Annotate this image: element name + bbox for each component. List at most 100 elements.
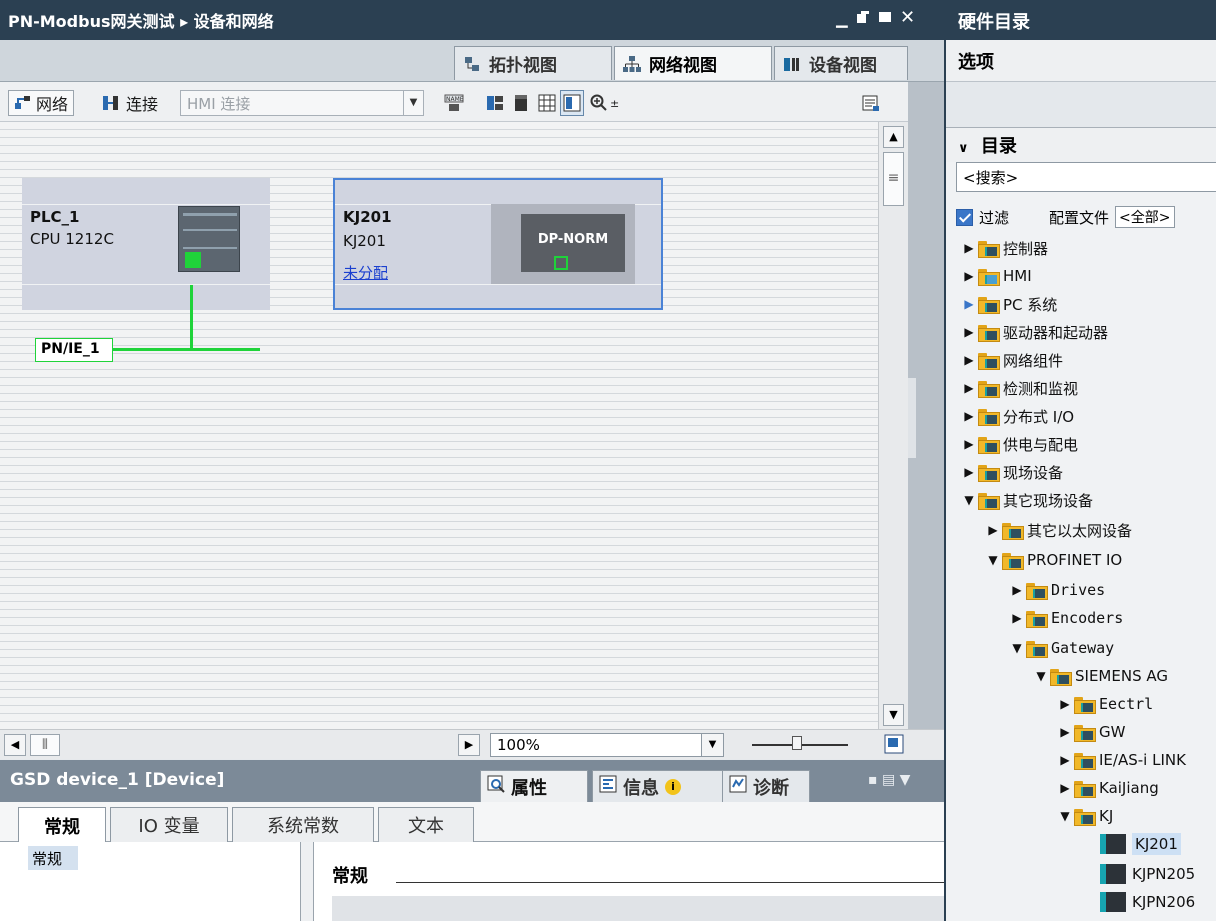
connection-mode-button[interactable]: 连接: [102, 90, 158, 116]
maximize-icon[interactable]: [878, 10, 892, 28]
tree-item-kjpn205[interactable]: KJPN205: [1100, 860, 1195, 888]
page-break-button[interactable]: [512, 90, 530, 116]
catalog-options[interactable]: 选项: [946, 40, 1216, 82]
collapse-arrow-icon[interactable]: ▼: [986, 553, 1000, 567]
tree-item-drives[interactable]: ▶驱动器和起动器: [962, 318, 1108, 346]
expand-arrow-icon[interactable]: ▶: [1058, 753, 1072, 767]
grid-button[interactable]: [538, 90, 556, 116]
expand-arrow-icon[interactable]: ▶: [962, 381, 976, 395]
scroll-right-arrow-icon[interactable]: ▶: [458, 734, 480, 756]
tree-item-encoders[interactable]: ▶Encoders: [1010, 604, 1123, 632]
float-window-icon[interactable]: [856, 10, 870, 28]
tree-item-pc-systems[interactable]: ▶PC 系统: [962, 290, 1057, 318]
device-kj201[interactable]: KJ201 KJ201 未分配 DP-NORM: [333, 178, 663, 310]
tab-system-constants[interactable]: 系统常数: [232, 807, 374, 842]
vertical-scrollbar[interactable]: ▲ ≡ ▼: [878, 122, 908, 729]
tree-item-kaijiang[interactable]: ▶KaiJiang: [1058, 774, 1159, 802]
tab-diagnostics[interactable]: 诊断: [722, 770, 810, 802]
tree-item-network-components[interactable]: ▶网络组件: [962, 346, 1063, 374]
expand-arrow-icon[interactable]: ▶: [962, 409, 976, 423]
tab-io-tags[interactable]: IO 变量: [110, 807, 228, 842]
tab-device-view[interactable]: 设备视图: [774, 46, 908, 80]
profinet-port-icon[interactable]: [185, 252, 201, 268]
nav-item-general[interactable]: 常规: [28, 846, 78, 870]
tree-item-gw[interactable]: ▶GW: [1058, 718, 1125, 746]
expand-arrow-icon[interactable]: ▶: [1058, 725, 1072, 739]
navigator-icon[interactable]: [884, 734, 904, 754]
tab-general[interactable]: 常规: [18, 807, 106, 843]
expand-arrow-icon[interactable]: ▶: [1058, 781, 1072, 795]
overview-side-strip[interactable]: [908, 82, 944, 732]
tree-item-other-field-devices[interactable]: ▼其它现场设备: [962, 486, 1093, 514]
profinet-port-icon[interactable]: [554, 256, 568, 270]
expand-arrow-icon[interactable]: ▶: [962, 269, 976, 283]
filter-checkbox[interactable]: [956, 209, 973, 226]
tree-item-eectrl[interactable]: ▶Eectrl: [1058, 690, 1153, 718]
scroll-down-arrow-icon[interactable]: ▼: [883, 704, 904, 726]
chevron-down-icon[interactable]: ∨: [958, 141, 969, 156]
show-names-button[interactable]: NAME: [444, 90, 462, 116]
tree-item-other-ethernet-devices[interactable]: ▶其它以太网设备: [986, 516, 1132, 544]
tree-item-kjpn206[interactable]: KJPN206: [1100, 888, 1195, 916]
zoom-select[interactable]: 100% ▼: [490, 733, 724, 757]
network-canvas[interactable]: PLC_1 CPU 1212C KJ201 KJ201 未分配 DP-NORM: [0, 122, 878, 729]
tree-item-ie-asi-link[interactable]: ▶IE/AS-i LINK: [1058, 746, 1186, 774]
expand-arrow-icon[interactable]: ▶: [1010, 611, 1024, 625]
catalog-section-header[interactable]: ∨ 目录: [946, 128, 1216, 162]
tab-topology-view[interactable]: 拓扑视图: [454, 46, 612, 80]
collapse-handle[interactable]: [908, 378, 916, 458]
tab-texts[interactable]: 文本: [378, 807, 474, 842]
expand-arrow-icon[interactable]: ▶: [986, 523, 1000, 537]
tree-item-distributed-io[interactable]: ▶分布式 I/O: [962, 402, 1074, 430]
profile-select[interactable]: <全部>: [1115, 206, 1174, 228]
tab-properties[interactable]: 属性: [480, 770, 588, 802]
show-address-button[interactable]: [486, 90, 504, 116]
export-button[interactable]: [862, 90, 880, 116]
expand-arrow-icon[interactable]: ▶: [962, 325, 976, 339]
scroll-thumb[interactable]: ≡: [883, 152, 904, 206]
tab-info[interactable]: 信息 i: [592, 770, 730, 802]
expand-arrow-icon[interactable]: ▶: [1058, 697, 1072, 711]
close-icon[interactable]: ✕: [900, 7, 915, 28]
tree-item-drives-gsd[interactable]: ▶Drives: [1010, 576, 1105, 604]
chevron-down-icon[interactable]: ▼: [403, 91, 423, 115]
collapse-arrow-icon[interactable]: ▼: [1058, 809, 1072, 823]
hscroll-thumb[interactable]: ⦀: [30, 734, 60, 756]
splitter[interactable]: [300, 842, 314, 921]
tree-item-kj201[interactable]: KJ201: [1100, 830, 1181, 858]
expand-arrow-icon[interactable]: ▶: [962, 465, 976, 479]
tree-item-profinet-io[interactable]: ▼PROFINET IO: [986, 546, 1122, 574]
tree-item-field-devices[interactable]: ▶现场设备: [962, 458, 1063, 486]
tree-item-kj[interactable]: ▼KJ: [1058, 802, 1113, 830]
collapse-arrow-icon[interactable]: ▼: [1034, 669, 1048, 683]
expand-arrow-icon[interactable]: ▶: [962, 241, 976, 255]
zoom-button[interactable]: ±: [590, 90, 619, 116]
subnet-label[interactable]: PN/IE_1: [35, 338, 113, 362]
zoom-slider-thumb[interactable]: [792, 736, 802, 750]
expand-arrow-icon[interactable]: ▶: [962, 297, 976, 311]
tree-item-power-supply[interactable]: ▶供电与配电: [962, 430, 1078, 458]
horizontal-scrollbar[interactable]: ◀ ⦀ ▶ 100% ▼: [0, 729, 944, 759]
subnet-line[interactable]: [112, 348, 260, 351]
expand-arrow-icon[interactable]: ▶: [962, 353, 976, 367]
scroll-up-arrow-icon[interactable]: ▲: [883, 126, 904, 148]
chevron-down-icon[interactable]: ▼: [701, 734, 723, 756]
scroll-left-arrow-icon[interactable]: ◀: [4, 734, 26, 756]
unassigned-link[interactable]: 未分配: [343, 262, 388, 283]
overview-panel-button[interactable]: [560, 90, 584, 116]
expand-arrow-icon[interactable]: ▶: [962, 437, 976, 451]
expand-arrow-icon[interactable]: ▶: [1010, 583, 1024, 597]
collapse-arrow-icon[interactable]: ▼: [1010, 641, 1024, 655]
tree-item-detection-monitoring[interactable]: ▶检测和监视: [962, 374, 1078, 402]
connection-type-select[interactable]: HMI 连接 ▼: [180, 90, 424, 116]
tree-item-controllers[interactable]: ▶控制器: [962, 234, 1048, 262]
device-plc-1[interactable]: PLC_1 CPU 1212C: [22, 178, 270, 310]
collapse-arrow-icon[interactable]: ▼: [962, 493, 976, 507]
network-mode-button[interactable]: 网络: [8, 90, 74, 116]
tab-network-view[interactable]: 网络视图: [614, 46, 772, 80]
tree-item-siemens-ag[interactable]: ▼SIEMENS AG: [1034, 662, 1168, 690]
float-window-icon[interactable]: ▪ ▤ ▼: [868, 772, 910, 788]
catalog-search-input[interactable]: <搜索>: [956, 162, 1216, 192]
tree-item-gateway[interactable]: ▼Gateway: [1010, 634, 1114, 662]
minimize-icon[interactable]: ▁: [836, 10, 848, 28]
